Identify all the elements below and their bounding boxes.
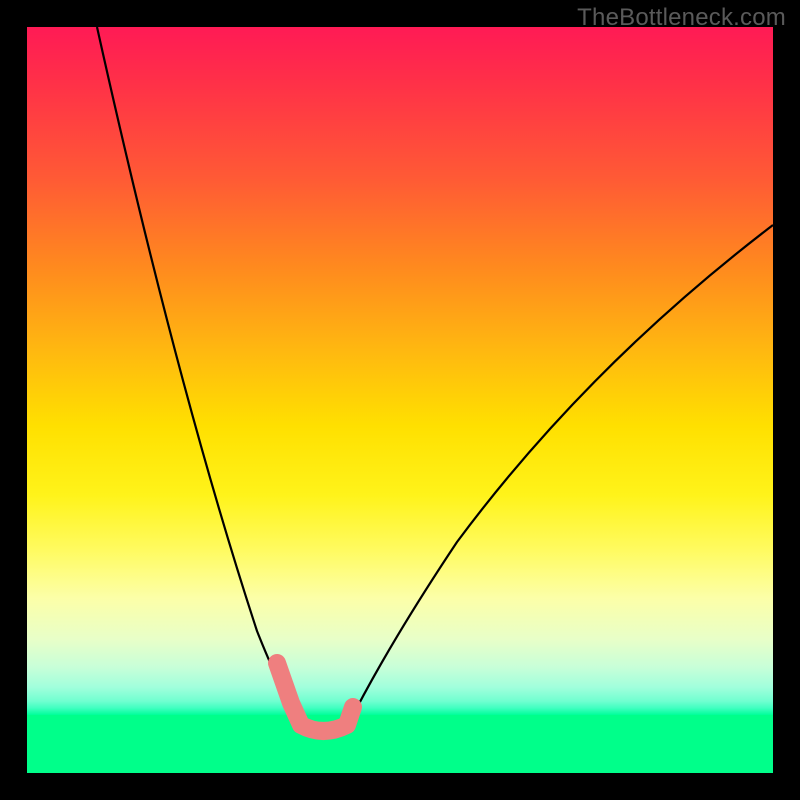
dip-marker (277, 663, 353, 731)
right-curve (347, 225, 773, 727)
left-curve (97, 27, 307, 727)
plot-area (27, 27, 773, 773)
curve-overlay (27, 27, 773, 773)
watermark-text: TheBottleneck.com (577, 4, 786, 32)
